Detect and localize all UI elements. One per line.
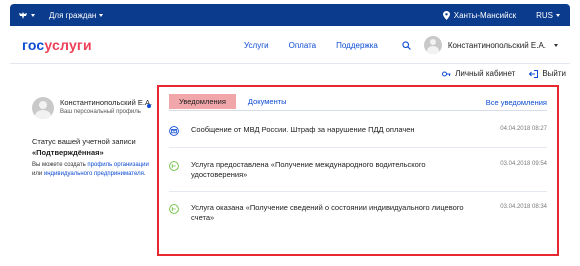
location-pin-icon bbox=[442, 10, 450, 20]
notification-text: Услуга предоставлена «Получение междунар… bbox=[191, 160, 426, 179]
audience-label: Для граждан bbox=[49, 10, 97, 20]
user-name: Константинопольский Е.А. bbox=[447, 40, 546, 50]
notifications-panel: Уведомления Документы Все уведомления Со… bbox=[157, 85, 559, 256]
key-icon bbox=[442, 71, 451, 76]
create-entrepreneur-link[interactable]: индивидуального предпринимателя bbox=[44, 171, 144, 177]
notification-time: 03.04.2018 08:34 bbox=[500, 204, 547, 210]
create-organization-link[interactable]: профиль организации bbox=[87, 162, 148, 168]
logout-link[interactable]: Выйти bbox=[529, 69, 566, 78]
active-indicator bbox=[147, 104, 151, 108]
eagle-emblem-icon bbox=[19, 11, 27, 19]
info-suffix: . bbox=[143, 171, 146, 177]
account-status-value: «Подтверждённая» bbox=[32, 148, 104, 157]
notification-item[interactable]: Услуга предоставлена «Получение междунар… bbox=[169, 160, 547, 179]
account-actions: Личный кабинет Выйти bbox=[442, 69, 566, 78]
notification-time: 03.04.2018 09:54 bbox=[500, 161, 547, 167]
location-selector[interactable]: Ханты-Мансийск bbox=[442, 10, 517, 20]
notification-text: Сообщение от МВД России. Штраф за наруше… bbox=[191, 125, 415, 134]
chevron-down-icon bbox=[99, 13, 104, 17]
notification-item[interactable]: Услуга оказана «Получение сведений о сос… bbox=[169, 203, 547, 222]
personal-cabinet-link[interactable]: Личный кабинет bbox=[442, 69, 515, 78]
account-status-label: Статус вашей учетной записи bbox=[32, 137, 136, 146]
chevron-down-icon bbox=[31, 13, 35, 17]
logo-part-gos: гос bbox=[22, 37, 45, 53]
main-nav: Услуги Оплата Поддержка bbox=[244, 26, 411, 64]
tab-documents[interactable]: Документы bbox=[236, 94, 299, 109]
tabs-divider bbox=[169, 110, 547, 111]
language-dropdown[interactable]: RUS bbox=[536, 11, 560, 20]
avatar bbox=[423, 36, 442, 54]
avatar[interactable] bbox=[32, 97, 54, 119]
nav-support[interactable]: Поддержка bbox=[336, 41, 378, 50]
search-icon[interactable] bbox=[402, 40, 411, 50]
logo-part-uslugi: услуги bbox=[44, 37, 92, 53]
all-notifications-link[interactable]: Все уведомления bbox=[486, 98, 547, 107]
notifications-tabs: Уведомления Документы bbox=[169, 94, 299, 109]
language-label: RUS bbox=[536, 10, 553, 20]
divider bbox=[169, 147, 547, 148]
nav-payment[interactable]: Оплата bbox=[289, 41, 317, 50]
user-menu[interactable]: Константинопольский Е.А. bbox=[423, 26, 558, 64]
info-prefix: Вы можете создать bbox=[32, 162, 86, 168]
personal-cabinet-label: Личный кабинет bbox=[455, 69, 516, 78]
profile-name[interactable]: Константинопольский Е.А. bbox=[60, 98, 152, 107]
site-header: госуслуги Услуги Оплата Поддержка Конста… bbox=[10, 26, 570, 64]
notification-item[interactable]: Сообщение от МВД России. Штраф за наруше… bbox=[169, 125, 547, 136]
tab-notifications[interactable]: Уведомления bbox=[169, 94, 236, 109]
emblem-menu[interactable] bbox=[18, 11, 35, 20]
profile-create-info: Вы можете создать профиль организации ил… bbox=[32, 161, 157, 179]
notification-time: 04.04.2018 08:27 bbox=[500, 126, 547, 132]
police-message-icon bbox=[169, 126, 179, 136]
chevron-down-icon bbox=[556, 13, 560, 17]
service-done-icon bbox=[169, 204, 179, 214]
service-done-icon bbox=[169, 161, 179, 171]
notification-text: Услуга оказана «Получение сведений о сос… bbox=[191, 203, 464, 222]
info-or: или bbox=[32, 171, 43, 177]
gosuslugi-logo[interactable]: госуслуги bbox=[22, 37, 92, 53]
chevron-down-icon bbox=[554, 43, 558, 47]
exit-icon bbox=[529, 69, 539, 78]
audience-dropdown[interactable]: Для граждан bbox=[49, 10, 104, 20]
divider bbox=[169, 191, 547, 192]
profile-panel: Константинопольский Е.А. Ваш персональны… bbox=[20, 90, 155, 260]
profile-subtitle: Ваш персональный профиль bbox=[60, 109, 141, 115]
location-label: Ханты-Мансийск bbox=[453, 10, 517, 20]
top-bar: Для граждан Ханты-Мансийск RUS bbox=[10, 4, 570, 26]
nav-services[interactable]: Услуги bbox=[244, 41, 269, 50]
logout-label: Выйти bbox=[542, 69, 566, 78]
